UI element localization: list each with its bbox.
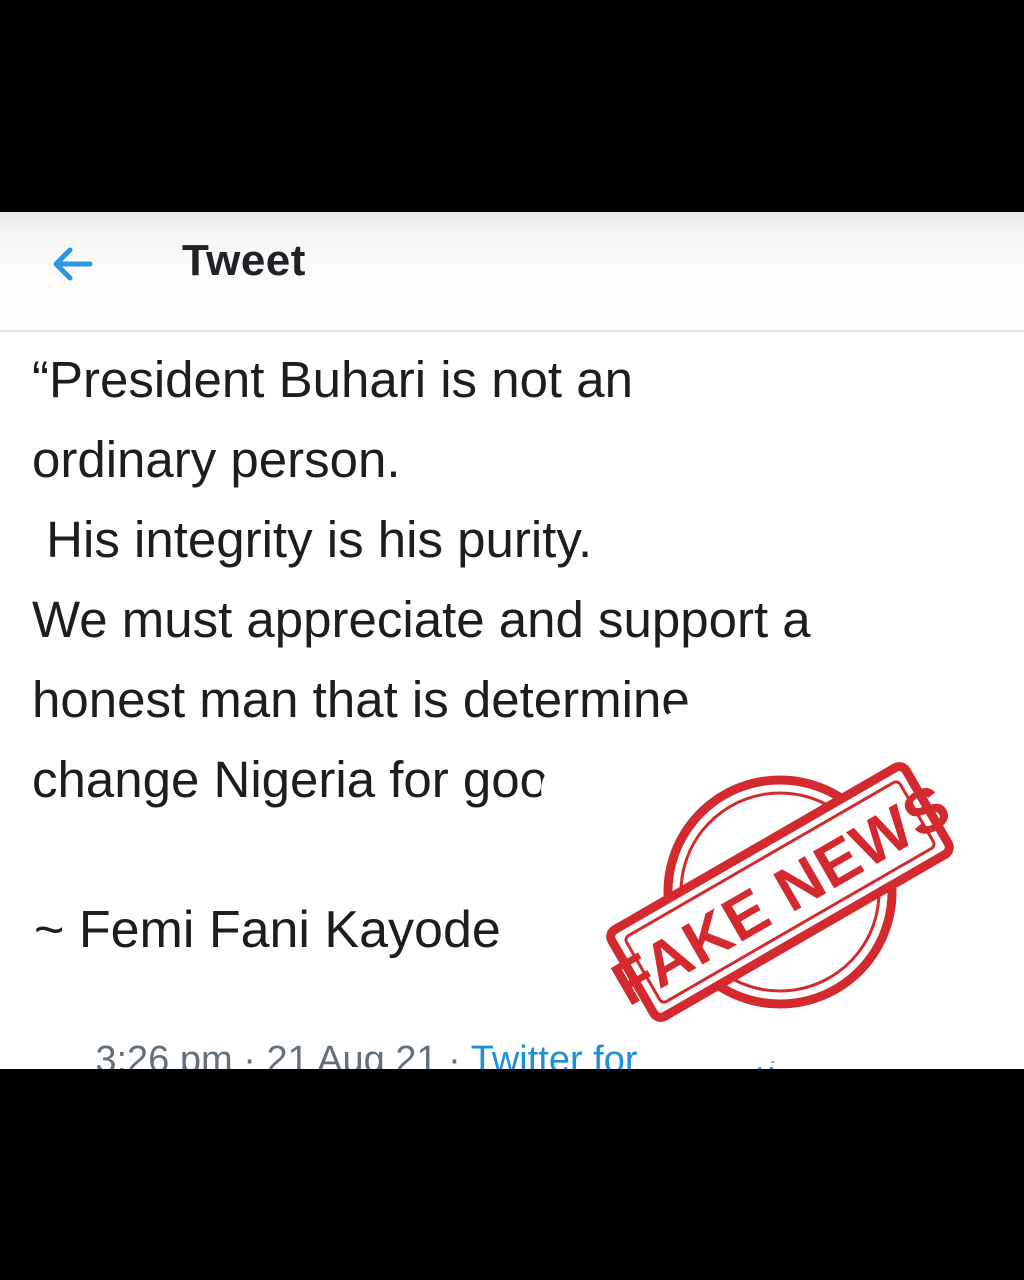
page-title: Tweet: [182, 236, 306, 285]
tweet-time: 3:26 pm: [95, 1039, 233, 1069]
tweet-line: “President Buhari is not an: [32, 351, 633, 408]
tweet-author: ~ Femi Fani Kayode: [34, 901, 501, 959]
tweet-date: 21 Aug 21: [266, 1039, 438, 1069]
tweet-line-text: honest man that is determine: [32, 671, 690, 728]
tweet-header-bar: Tweet: [0, 212, 1024, 332]
stamp-text: FAKE NEWS: [601, 771, 960, 1020]
fake-news-stamp-icon: FAKE NEWS: [600, 732, 963, 1052]
arrow-left-icon: [53, 247, 93, 281]
tweet-line: ordinary person.: [32, 431, 401, 488]
tweet-screenshot: Tweet “President Buhari is not an ordina…: [0, 212, 1024, 1069]
tweet-line: His integrity is his purity.: [32, 511, 593, 568]
meta-separator: ·: [232, 1039, 267, 1069]
tweet-line: We must appreciate and support a: [32, 591, 811, 648]
image-frame: Tweet “President Buhari is not an ordina…: [0, 0, 1024, 1280]
back-button[interactable]: [44, 242, 100, 286]
meta-separator: ·: [437, 1039, 471, 1069]
